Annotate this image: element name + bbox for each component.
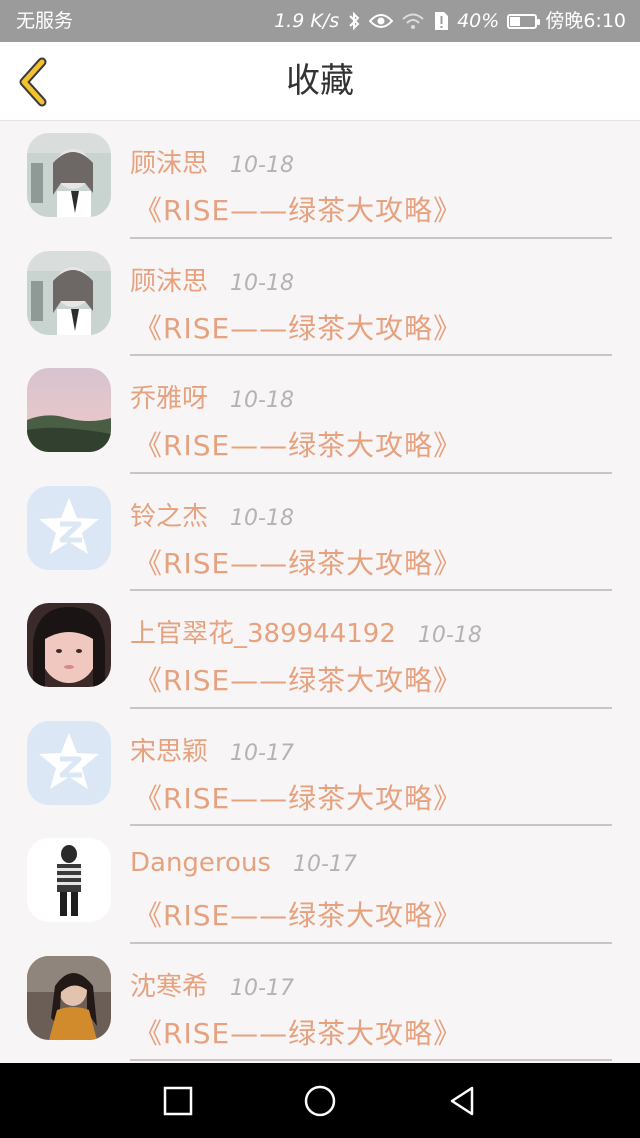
wifi-icon — [401, 12, 425, 30]
item-meta: 顾沫思 10-18 — [130, 143, 294, 180]
author-name: 顾沫思 — [130, 149, 209, 179]
battery-icon — [507, 13, 541, 29]
avatar[interactable] — [27, 720, 111, 805]
eye-icon — [369, 13, 394, 29]
header-bar: 收藏 — [0, 42, 640, 121]
article-title[interactable]: 《RISE——绿茶大攻略》 — [134, 659, 462, 699]
battery-percent: 40% — [457, 10, 500, 32]
system-navigation-bar — [0, 1063, 640, 1138]
favorite-item[interactable]: 沈寒希 10-17 《RISE——绿茶大攻略》 — [0, 944, 640, 1061]
network-speed: 1.9 K/s — [274, 10, 340, 32]
triangle-back-icon — [450, 1086, 474, 1116]
favorite-item[interactable]: 上官翠花_389944192 10-18 《RISE——绿茶大攻略》 — [0, 591, 640, 709]
avatar[interactable] — [27, 955, 111, 1040]
article-title[interactable]: 《RISE——绿茶大攻略》 — [134, 542, 462, 582]
favorite-item[interactable]: 乔雅呀 10-18 《RISE——绿茶大攻略》 — [0, 356, 640, 474]
divider — [130, 1059, 612, 1061]
favorite-item[interactable]: 顾沫思 10-18 《RISE——绿茶大攻略》 — [0, 121, 640, 239]
item-meta: Dangerous 10-17 — [130, 848, 357, 878]
item-meta: 铃之杰 10-18 — [130, 496, 294, 533]
post-date: 10-17 — [230, 740, 294, 766]
square-recent-icon — [163, 1086, 193, 1116]
home-button[interactable] — [302, 1083, 338, 1119]
article-title[interactable]: 《RISE——绿茶大攻略》 — [134, 894, 462, 934]
status-bar: 无服务 1.9 K/s 40% 傍晚6:10 — [0, 0, 640, 42]
post-date: 10-18 — [230, 505, 294, 531]
item-meta: 顾沫思 10-18 — [130, 261, 294, 298]
author-name: 顾沫思 — [130, 266, 209, 297]
post-date: 10-17 — [230, 975, 294, 1001]
author-name: 铃之杰 — [130, 501, 209, 532]
author-name: 宋思颖 — [130, 736, 209, 767]
back-system-button[interactable] — [444, 1083, 480, 1119]
article-title[interactable]: 《RISE——绿茶大攻略》 — [134, 189, 462, 229]
author-name: 沈寒希 — [130, 971, 209, 1002]
bluetooth-icon — [347, 11, 361, 31]
post-date: 10-18 — [230, 153, 294, 178]
article-title[interactable]: 《RISE——绿茶大攻略》 — [134, 1012, 462, 1052]
article-title[interactable]: 《RISE——绿茶大攻略》 — [134, 307, 462, 347]
page-title: 收藏 — [286, 61, 354, 101]
item-meta: 宋思颖 10-17 — [130, 731, 294, 768]
article-title[interactable]: 《RISE——绿茶大攻略》 — [134, 777, 462, 817]
author-name: 上官翠花_389944192 — [130, 619, 396, 649]
favorite-item[interactable]: Dangerous 10-17 《RISE——绿茶大攻略》 — [0, 826, 640, 944]
post-date: 10-17 — [292, 852, 357, 877]
carrier-label: 无服务 — [16, 10, 74, 32]
author-name: Dangerous — [130, 848, 271, 878]
item-meta: 乔雅呀 10-18 — [130, 378, 294, 415]
post-date: 10-18 — [230, 388, 294, 413]
clock: 傍晚6:10 — [545, 10, 626, 32]
item-meta: 上官翠花_389944192 10-18 — [130, 613, 482, 650]
post-date: 10-18 — [230, 270, 294, 296]
avatar[interactable] — [27, 838, 111, 922]
avatar[interactable] — [27, 603, 111, 687]
article-title[interactable]: 《RISE——绿茶大攻略》 — [134, 424, 462, 464]
favorites-list: 顾沫思 10-18 《RISE——绿茶大攻略》 顾沫思 10-18 《RISE——绿茶大攻… — [0, 121, 640, 1061]
avatar[interactable] — [27, 133, 111, 217]
favorite-item[interactable]: 铃之杰 10-18 《RISE——绿茶大攻略》 — [0, 474, 640, 591]
favorite-item[interactable]: 宋思颖 10-17 《RISE——绿茶大攻略》 — [0, 709, 640, 826]
recent-apps-button[interactable] — [160, 1083, 196, 1119]
avatar[interactable] — [27, 368, 111, 452]
avatar[interactable] — [27, 250, 111, 335]
sim-alert-icon — [433, 11, 449, 31]
author-name: 乔雅呀 — [130, 384, 209, 414]
favorite-item[interactable]: 顾沫思 10-18 《RISE——绿茶大攻略》 — [0, 239, 640, 356]
circle-home-icon — [304, 1085, 336, 1117]
avatar[interactable] — [27, 485, 111, 570]
item-meta: 沈寒希 10-17 — [130, 966, 294, 1003]
post-date: 10-18 — [417, 623, 482, 648]
